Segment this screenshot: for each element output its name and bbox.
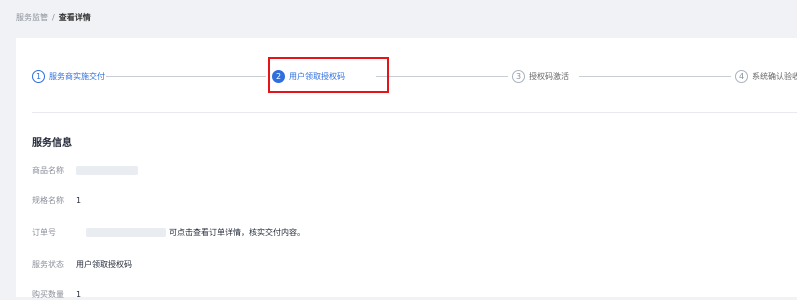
step-4: 4 系统确认验收: [735, 70, 797, 83]
order-no-label: 订单号: [32, 228, 56, 237]
breadcrumb: 服务监管 / 查看详情: [16, 12, 91, 23]
highlight-box: [268, 57, 389, 93]
quantity-label: 购买数量: [32, 290, 64, 299]
section-title: 服务信息: [32, 138, 72, 149]
status-label: 服务状态: [32, 260, 64, 269]
spec-name-label: 规格名称: [32, 196, 64, 205]
spec-name-row: 规格名称 1: [32, 195, 81, 206]
step-number-icon: 3: [512, 70, 525, 83]
step-connector: [106, 76, 266, 77]
progress-steps: 1 服务商实施交付 2 用户领取授权码 3 授权码激活 4 系统确认验收: [16, 38, 797, 116]
step-1: 1 服务商实施交付: [32, 70, 105, 83]
status-value: 用户领取授权码: [76, 260, 132, 269]
divider: [32, 112, 797, 113]
quantity-value: 1: [76, 290, 82, 299]
breadcrumb-current: 查看详情: [58, 13, 91, 22]
step-label: 系统确认验收: [752, 72, 797, 81]
step-label: 服务商实施交付: [49, 72, 105, 81]
product-name-label: 商品名称: [32, 166, 64, 175]
step-number-icon: 4: [735, 70, 748, 83]
status-row: 服务状态 用户领取授权码: [32, 259, 132, 270]
step-3: 3 授权码激活: [512, 70, 569, 83]
product-name-value-redacted: [76, 166, 138, 175]
quantity-row: 购买数量 1: [32, 289, 81, 300]
detail-card: 1 服务商实施交付 2 用户领取授权码 3 授权码激活 4 系统确认验收 服务信…: [16, 38, 797, 300]
order-no-row: 订单号 可点击查看订单详情，核实交付内容。: [32, 227, 305, 238]
product-name-row: 商品名称: [32, 165, 138, 176]
breadcrumb-separator: /: [52, 13, 55, 22]
step-connector: [579, 76, 731, 77]
order-no-link[interactable]: [86, 228, 166, 237]
step-label: 授权码激活: [529, 72, 569, 81]
breadcrumb-parent-link[interactable]: 服务监管: [16, 12, 48, 23]
step-number-icon: 1: [32, 70, 45, 83]
order-hint: 可点击查看订单详情，核实交付内容。: [169, 228, 305, 237]
step-connector: [376, 76, 508, 77]
spec-name-value: 1: [76, 196, 82, 205]
